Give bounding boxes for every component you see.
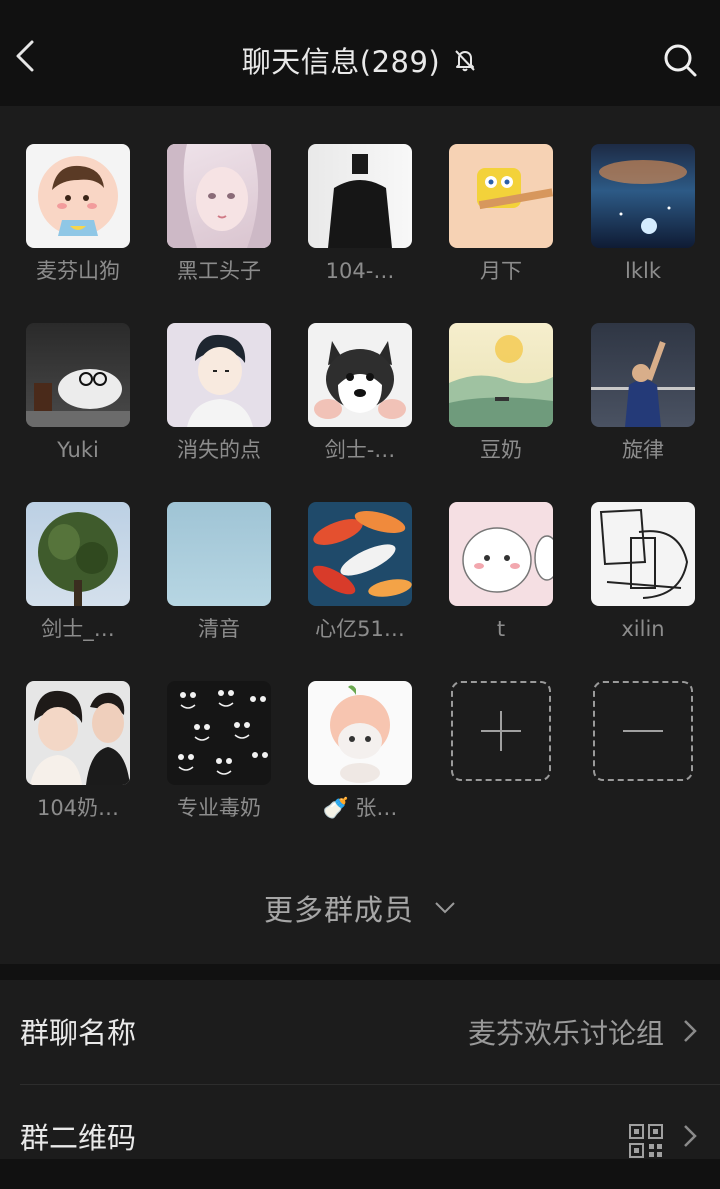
qr-code-row[interactable]: 群二维码 [0, 1085, 720, 1189]
member-name: xilin [621, 617, 665, 641]
member-item[interactable]: 104奶… [18, 681, 138, 823]
chevron-right-icon [684, 1125, 697, 1147]
member-item[interactable]: 心亿51… [300, 502, 420, 644]
member-name: 月下 [480, 259, 522, 283]
member-name: 心亿51… [315, 617, 405, 641]
more-members-label: 更多群成员 [263, 893, 414, 927]
night-sky-avatar [591, 144, 695, 248]
group-name-row[interactable]: 群聊名称 麦芬欢乐讨论组 [0, 980, 720, 1085]
member-name: 🍼 张… [322, 796, 398, 820]
member-item[interactable]: 麦芬山狗 [18, 144, 138, 286]
member-name: 清音 [198, 617, 240, 641]
member-name: 黑工头子 [177, 259, 261, 283]
member-name: 麦芬山狗 [36, 259, 120, 283]
member-item[interactable]: 🍼 张… [300, 681, 420, 823]
fluffy-cat-avatar [449, 502, 553, 606]
member-name: 104奶… [36, 796, 120, 820]
bell-muted-icon [452, 47, 478, 73]
black-cats-avatar [167, 681, 271, 785]
search-icon [664, 44, 697, 77]
qr-code-icon [629, 1124, 663, 1158]
qr-code-label: 群二维码 [20, 1121, 137, 1155]
husky-avatar [308, 323, 412, 427]
koi-fish-avatar [308, 502, 412, 606]
member-item[interactable]: 黑工头子 [159, 144, 279, 286]
title-wrap: 聊天信息(289) [0, 38, 720, 82]
dog-glasses-avatar [26, 323, 130, 427]
member-item[interactable]: xilin [583, 502, 703, 644]
member-item[interactable]: 月下 [441, 144, 561, 286]
member-item[interactable]: lklk [583, 144, 703, 286]
member-item[interactable]: 豆奶 [441, 323, 561, 465]
member-item[interactable]: 104-… [300, 144, 420, 286]
member-name: Yuki [57, 438, 99, 462]
member-item[interactable]: 专业毒奶 [159, 681, 279, 823]
page-title: 聊天信息(289) [241, 45, 441, 79]
minus-icon [623, 730, 663, 732]
badminton-player-avatar [591, 323, 695, 427]
member-name: lklk [625, 259, 661, 283]
member-item[interactable]: 清音 [159, 502, 279, 644]
header: 聊天信息(289) [0, 10, 720, 106]
suit-figure-avatar [308, 144, 412, 248]
sunset-field-avatar [449, 323, 553, 427]
spongebob-avatar [449, 144, 553, 248]
member-name: 消失的点 [177, 438, 261, 462]
settings-list: 群聊名称 麦芬欢乐讨论组 群二维码 [0, 980, 720, 1159]
section-divider [0, 964, 720, 980]
anime-girl-avatar [167, 144, 271, 248]
member-item[interactable]: Yuki [18, 323, 138, 465]
status-bar [0, 0, 720, 10]
add-member-button[interactable] [441, 681, 561, 781]
anime-boy-avatar [167, 323, 271, 427]
member-name: 剑士_… [41, 617, 115, 641]
tree-avatar [26, 502, 130, 606]
sky-blue-avatar [167, 502, 271, 606]
remove-member-button[interactable] [583, 681, 703, 781]
plus-icon [481, 711, 521, 751]
more-members-button[interactable]: 更多群成员 [0, 878, 720, 938]
member-name: 专业毒奶 [177, 796, 261, 820]
search-button[interactable] [660, 40, 700, 80]
couple-avatar [26, 681, 130, 785]
member-item[interactable]: 旋律 [583, 323, 703, 465]
group-name-value: 麦芬欢乐讨论组 [467, 1017, 664, 1050]
member-item[interactable]: 剑士-… [300, 323, 420, 465]
sketch-avatar [591, 502, 695, 606]
peach-cat-avatar [308, 681, 412, 785]
member-item[interactable]: t [441, 502, 561, 644]
cartoon-boy-avatar [26, 144, 130, 248]
member-name: 旋律 [622, 438, 664, 462]
member-item[interactable]: 剑士_… [18, 502, 138, 644]
member-name: t [496, 617, 506, 641]
group-name-label: 群聊名称 [20, 1016, 137, 1050]
members-grid: 麦芬山狗 黑工头子 104-… 月下 lklk Yuki 消失的点 剑士-… 豆… [0, 106, 720, 964]
member-name: 104-… [325, 259, 395, 283]
member-name: 剑士-… [324, 438, 396, 462]
chevron-right-icon [684, 1020, 697, 1042]
member-name: 豆奶 [480, 438, 522, 462]
member-item[interactable]: 消失的点 [159, 323, 279, 465]
chevron-down-icon [435, 902, 455, 914]
